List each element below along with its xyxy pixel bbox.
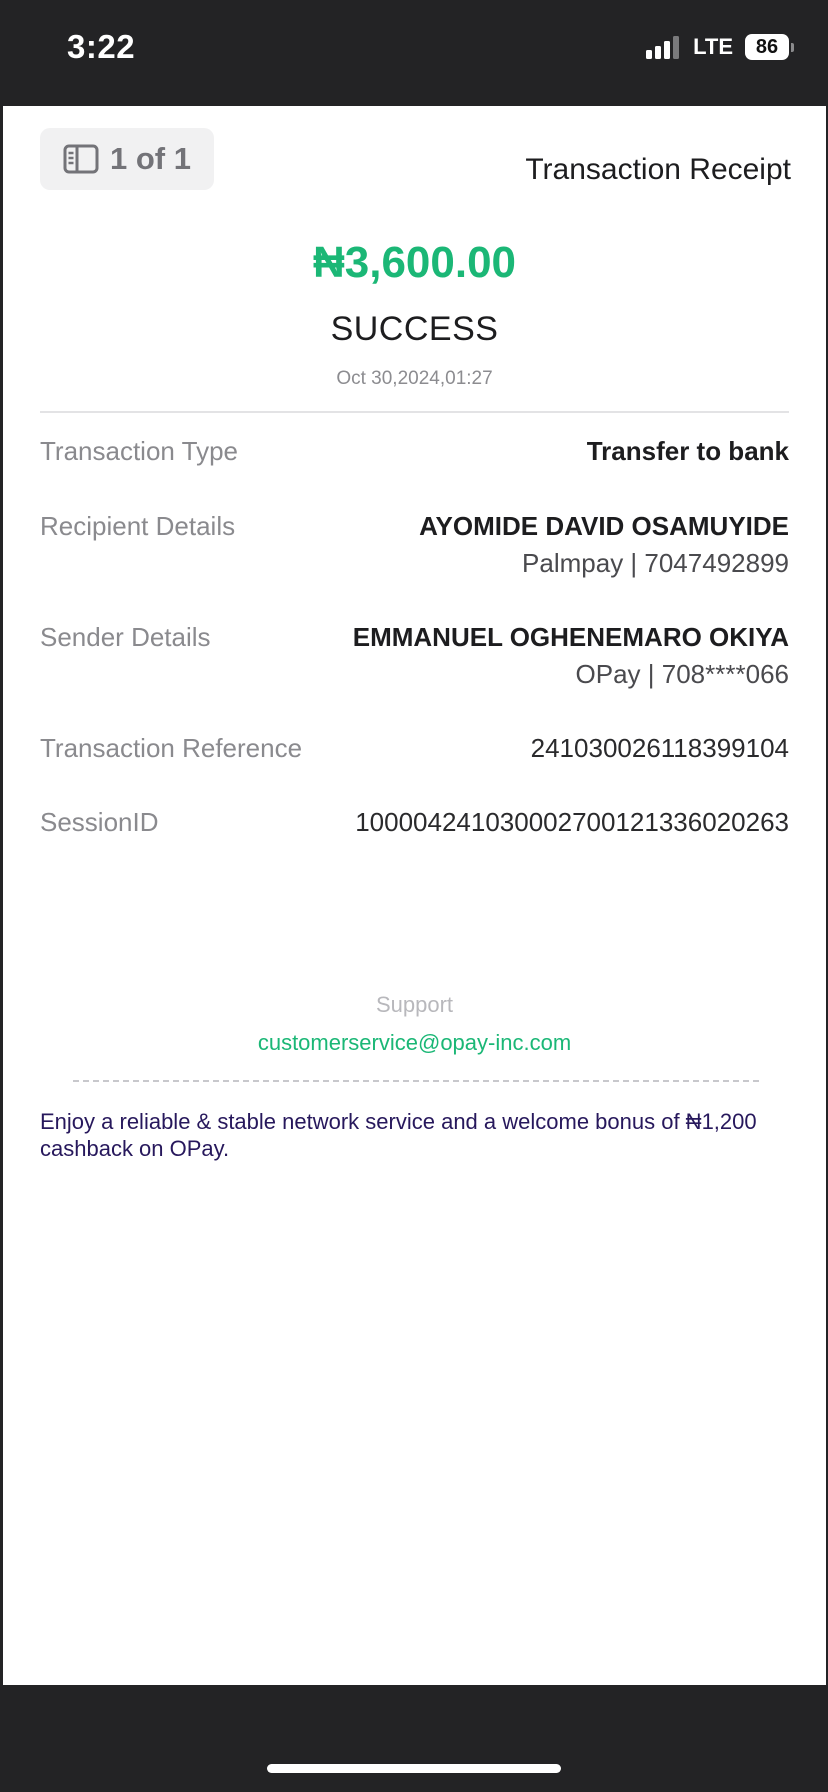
transaction-reference-label: Transaction Reference bbox=[40, 733, 303, 763]
sender-details-label: Sender Details bbox=[40, 622, 211, 652]
transaction-datetime: Oct 30,2024,01:27 bbox=[336, 368, 493, 389]
sender-name: EMMANUEL OGHENEMARO OKIYA bbox=[352, 622, 789, 652]
session-id-label: SessionID bbox=[40, 807, 159, 837]
network-type: LTE bbox=[693, 34, 733, 59]
home-indicator[interactable] bbox=[267, 1764, 561, 1773]
dashed-divider bbox=[73, 1080, 759, 1082]
status-bar: 3:22 LTE 86 bbox=[0, 0, 828, 105]
promo-text: Enjoy a reliable & stable network servic… bbox=[40, 1109, 757, 1161]
transaction-status: SUCCESS bbox=[330, 310, 499, 348]
transaction-type-value: Transfer to bank bbox=[586, 436, 789, 466]
support-label: Support bbox=[375, 992, 454, 1017]
support-email-link[interactable]: customerservice@opay-inc.com bbox=[3, 1030, 826, 1056]
battery-icon: 86 bbox=[745, 34, 794, 60]
transaction-amount: ₦3,600.00 bbox=[312, 238, 517, 287]
page-indicator-label: 1 of 1 bbox=[110, 141, 191, 176]
page-title: Transaction Receipt bbox=[525, 153, 791, 186]
status-indicators: LTE 86 bbox=[646, 34, 794, 60]
transaction-reference-value: 241030026118399104 bbox=[530, 733, 789, 763]
sidebar-pages-icon bbox=[63, 144, 99, 174]
page-indicator-button[interactable]: 1 of 1 bbox=[40, 128, 214, 190]
recipient-name: AYOMIDE DAVID OSAMUYIDE bbox=[419, 511, 789, 541]
recipient-account: Palmpay | 7047492899 bbox=[522, 548, 789, 578]
battery-level: 86 bbox=[745, 34, 789, 60]
status-time: 3:22 bbox=[67, 28, 136, 65]
receipt-sheet: 1 of 1 Transaction Receipt ₦3,600.00 SUC… bbox=[3, 106, 826, 1685]
recipient-details-label: Recipient Details bbox=[40, 511, 236, 541]
session-id-value: 100004241030002700121336020263 bbox=[355, 807, 789, 837]
sender-account: OPay | 708****066 bbox=[575, 659, 789, 689]
transaction-type-label: Transaction Type bbox=[40, 436, 238, 466]
divider bbox=[40, 411, 789, 413]
cellular-signal-icon bbox=[646, 35, 680, 59]
